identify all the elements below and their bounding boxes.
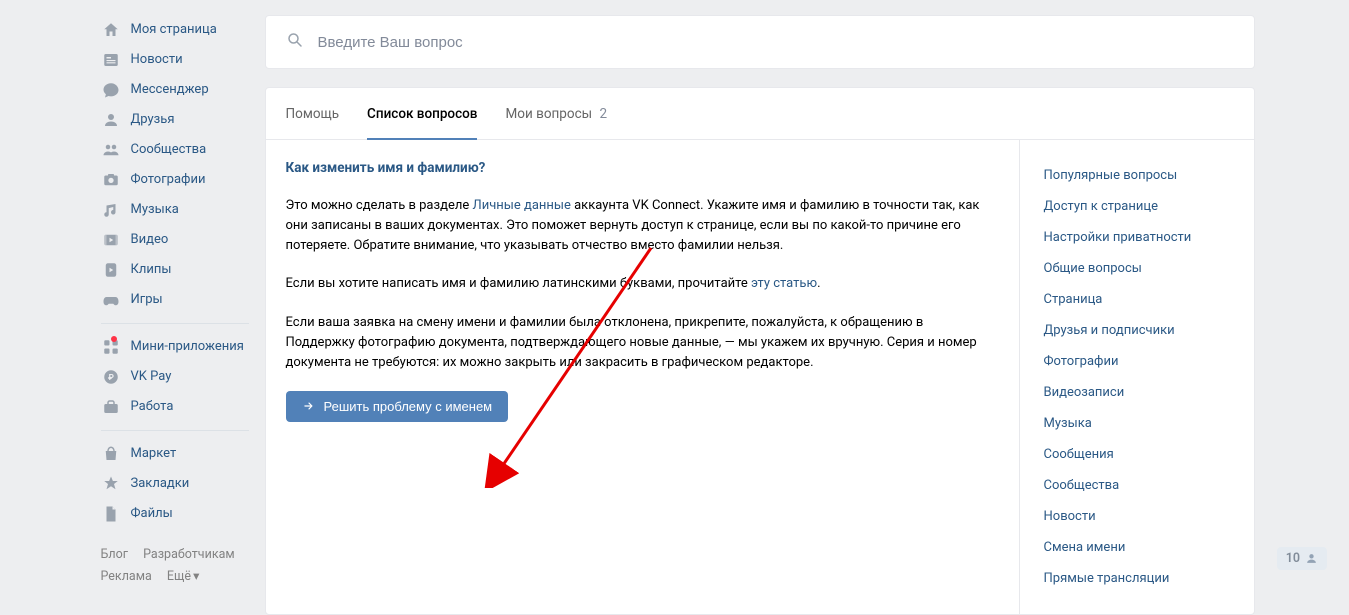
- sidebar-item-label: Новости: [131, 50, 183, 70]
- tabs-row: Помощь Список вопросов Мои вопросы 2: [266, 88, 1254, 140]
- footer-developers-link[interactable]: Разработчикам: [143, 547, 235, 562]
- sidebar-item-label: Игры: [131, 290, 163, 310]
- sidebar-item-messenger[interactable]: Мессенджер: [95, 75, 255, 105]
- category-item[interactable]: Страница: [1020, 284, 1254, 315]
- sidebar-item-label: Маркет: [131, 444, 177, 464]
- article-title: Как изменить имя и фамилию?: [286, 160, 994, 176]
- sidebar-item-label: Закладки: [131, 474, 190, 494]
- category-item[interactable]: Музыка: [1020, 408, 1254, 439]
- category-item[interactable]: Видеозаписи: [1020, 377, 1254, 408]
- news-icon: [101, 50, 121, 70]
- community-icon: [101, 140, 121, 160]
- photo-icon: [101, 170, 121, 190]
- messenger-icon: [101, 80, 121, 100]
- category-item[interactable]: Общие вопросы: [1020, 253, 1254, 284]
- sidebar-item-my-page[interactable]: Моя страница: [95, 15, 255, 45]
- tab-badge: 2: [600, 106, 608, 122]
- footer-blog-link[interactable]: Блог: [101, 547, 128, 562]
- article-paragraph: Это можно сделать в разделе Личные данны…: [286, 196, 994, 256]
- categories-sidebar: Популярные вопросы Доступ к странице Нас…: [1019, 140, 1254, 614]
- sidebar-item-label: Работа: [131, 397, 174, 417]
- sidebar-footer: Блог Разработчикам Реклама Ещё▾: [95, 544, 255, 588]
- sidebar-item-label: Друзья: [131, 110, 175, 130]
- friends-online-badge[interactable]: 10: [1277, 547, 1327, 570]
- sidebar-item-video[interactable]: Видео: [95, 225, 255, 255]
- sidebar-item-label: Мессенджер: [131, 80, 209, 100]
- sidebar-item-label: Видео: [131, 230, 169, 250]
- tab-my-questions[interactable]: Мои вопросы 2: [505, 88, 607, 140]
- sidebar-item-market[interactable]: Маркет: [95, 439, 255, 469]
- category-item[interactable]: Смена имени: [1020, 532, 1254, 563]
- sidebar-item-label: Музыка: [131, 200, 179, 220]
- sidebar: Моя страница Новости Мессенджер Друзья С…: [95, 15, 265, 615]
- search-icon: [286, 31, 304, 53]
- person-icon: [1305, 552, 1318, 565]
- search-card: [265, 15, 1255, 69]
- category-item[interactable]: Фотографии: [1020, 346, 1254, 377]
- tab-label: Мои вопросы: [505, 106, 592, 122]
- clips-icon: [101, 260, 121, 280]
- sidebar-item-label: VK Pay: [131, 367, 172, 387]
- category-item[interactable]: Сообщения: [1020, 439, 1254, 470]
- sidebar-item-label: Мини-приложения: [131, 337, 244, 357]
- sidebar-item-communities[interactable]: Сообщества: [95, 135, 255, 165]
- category-item[interactable]: Прямые трансляции: [1020, 563, 1254, 594]
- solve-name-problem-button[interactable]: Решить проблему с именем: [286, 391, 509, 422]
- notification-dot: [111, 336, 117, 342]
- article: Как изменить имя и фамилию? Это можно сд…: [266, 140, 1019, 614]
- bookmarks-icon: [101, 474, 121, 494]
- chevron-down-icon: ▾: [193, 566, 199, 588]
- article-paragraph: Если вы хотите написать имя и фамилию ла…: [286, 274, 994, 294]
- friends-online-count: 10: [1286, 551, 1300, 566]
- category-item[interactable]: Сообщества: [1020, 470, 1254, 501]
- sidebar-item-games[interactable]: Игры: [95, 285, 255, 315]
- vkpay-icon: ₽: [101, 367, 121, 387]
- search-input[interactable]: [318, 34, 1234, 51]
- market-icon: [101, 444, 121, 464]
- video-icon: [101, 230, 121, 250]
- category-item[interactable]: Популярные вопросы: [1020, 160, 1254, 191]
- sidebar-item-clips[interactable]: Клипы: [95, 255, 255, 285]
- this-article-link[interactable]: эту статью: [751, 276, 817, 291]
- category-item[interactable]: Новости: [1020, 501, 1254, 532]
- main-card: Помощь Список вопросов Мои вопросы 2 Как…: [265, 87, 1255, 615]
- tab-help[interactable]: Помощь: [286, 88, 340, 140]
- category-item[interactable]: Друзья и подписчики: [1020, 315, 1254, 346]
- svg-text:₽: ₽: [108, 373, 114, 383]
- sidebar-item-photos[interactable]: Фотографии: [95, 165, 255, 195]
- category-item[interactable]: Доступ к странице: [1020, 191, 1254, 222]
- personal-data-link[interactable]: Личные данные: [472, 198, 570, 213]
- sidebar-item-label: Файлы: [131, 504, 173, 524]
- button-label: Решить проблему с именем: [324, 399, 493, 414]
- sidebar-item-label: Моя страница: [131, 20, 217, 40]
- sidebar-divider: [101, 430, 249, 431]
- sidebar-item-work[interactable]: Работа: [95, 392, 255, 422]
- home-icon: [101, 20, 121, 40]
- sidebar-divider: [101, 323, 249, 324]
- sidebar-item-label: Клипы: [131, 260, 172, 280]
- sidebar-item-friends[interactable]: Друзья: [95, 105, 255, 135]
- games-icon: [101, 290, 121, 310]
- category-item[interactable]: Настройки приватности: [1020, 222, 1254, 253]
- sidebar-item-files[interactable]: Файлы: [95, 499, 255, 529]
- friends-icon: [101, 110, 121, 130]
- article-paragraph: Если ваша заявка на смену имени и фамили…: [286, 313, 994, 373]
- files-icon: [101, 504, 121, 524]
- work-icon: [101, 397, 121, 417]
- arrow-right-icon: [302, 399, 316, 413]
- sidebar-item-miniapps[interactable]: Мини-приложения: [95, 332, 255, 362]
- sidebar-item-vkpay[interactable]: ₽ VK Pay: [95, 362, 255, 392]
- sidebar-item-music[interactable]: Музыка: [95, 195, 255, 225]
- sidebar-item-bookmarks[interactable]: Закладки: [95, 469, 255, 499]
- tab-question-list[interactable]: Список вопросов: [367, 88, 477, 140]
- miniapps-icon: [101, 337, 121, 357]
- sidebar-item-label: Фотографии: [131, 170, 206, 190]
- music-icon: [101, 200, 121, 220]
- sidebar-item-label: Сообщества: [131, 140, 207, 160]
- sidebar-item-news[interactable]: Новости: [95, 45, 255, 75]
